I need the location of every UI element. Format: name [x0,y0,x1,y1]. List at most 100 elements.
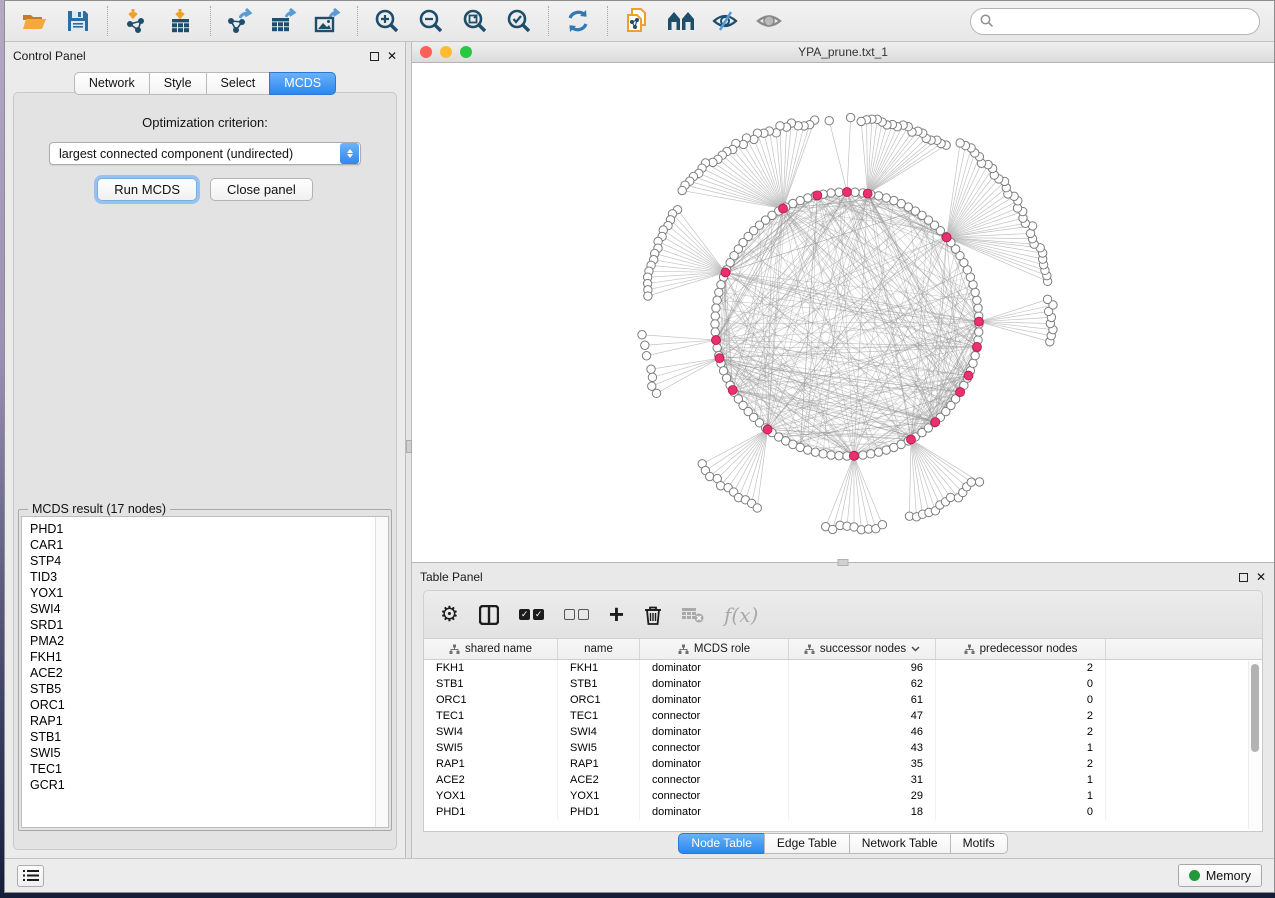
cell-name[interactable]: RAP1 [558,756,640,772]
graph-node[interactable] [652,389,660,397]
table-row[interactable]: TEC1TEC1connector472 [424,708,1262,724]
cell-predecessors[interactable]: 1 [936,740,1106,756]
criterion-dropdown[interactable]: largest connected component (undirected) [49,142,361,165]
cell-role[interactable]: dominator [640,804,789,820]
graph-node[interactable] [717,281,725,289]
close-panel-icon[interactable]: ✕ [1256,571,1266,583]
result-node[interactable]: FKH1 [30,649,375,665]
graph-node[interactable] [711,312,719,320]
cell-shared_name[interactable]: RAP1 [424,756,558,772]
graph-node[interactable] [846,113,854,121]
graph-node[interactable] [975,478,983,486]
result-node[interactable]: CAR1 [30,537,375,553]
column-header-predecessor-nodes[interactable]: predecessor nodes [936,639,1106,659]
cell-role[interactable]: connector [640,772,789,788]
cell-predecessors[interactable]: 2 [936,660,1106,676]
cell-name[interactable]: ORC1 [558,692,640,708]
cell-role[interactable]: connector [640,740,789,756]
mcds-hub-node[interactable] [942,233,951,242]
cell-shared_name[interactable]: ACE2 [424,772,558,788]
refresh-view-button[interactable] [563,6,593,36]
cell-successors[interactable]: 29 [789,788,936,804]
column-header-name[interactable]: name [558,639,640,659]
mcds-hub-node[interactable] [956,387,965,396]
result-node[interactable]: ORC1 [30,697,375,713]
cell-successors[interactable]: 46 [789,724,936,740]
cell-shared_name[interactable]: YOX1 [424,788,558,804]
result-node[interactable]: SRD1 [30,617,375,633]
cell-name[interactable]: ACE2 [558,772,640,788]
panel-divider[interactable] [405,42,412,858]
cell-name[interactable]: SWI4 [558,724,640,740]
float-window-icon[interactable] [370,52,379,61]
cell-successors[interactable]: 35 [789,756,936,772]
search-field[interactable] [970,8,1260,35]
result-node[interactable]: PMA2 [30,633,375,649]
mcds-hub-node[interactable] [721,268,730,277]
mcds-hub-node[interactable] [711,336,720,345]
cell-name[interactable]: SWI5 [558,740,640,756]
graph-node[interactable] [819,450,827,458]
add-column-icon[interactable]: + [609,604,624,625]
zoom-selected-button[interactable] [504,6,534,36]
result-node[interactable]: TID3 [30,569,375,585]
graph-node[interactable] [969,359,977,367]
cell-name[interactable]: PHD1 [558,804,640,820]
cell-successors[interactable]: 31 [789,772,936,788]
mcds-hub-node[interactable] [715,354,724,363]
cell-successors[interactable]: 62 [789,676,936,692]
horizontal-divider-grip[interactable] [838,559,849,566]
import-table-button[interactable] [166,6,196,36]
graph-node[interactable] [641,341,649,349]
table-row[interactable]: SWI5SWI5connector431 [424,740,1262,756]
cell-predecessors[interactable]: 0 [936,676,1106,692]
result-node[interactable]: GCR1 [30,777,375,793]
cell-name[interactable]: YOX1 [558,788,640,804]
export-network-button[interactable] [225,6,255,36]
result-node[interactable]: PHD1 [30,521,375,537]
graph-node[interactable] [804,446,812,454]
mcds-hub-node[interactable] [779,204,788,213]
mcds-hub-node[interactable] [931,418,940,427]
cell-role[interactable]: dominator [640,692,789,708]
graph-node[interactable] [678,186,686,194]
graph-node[interactable] [974,304,982,312]
table-row[interactable]: STB1STB1dominator620 [424,676,1262,692]
cell-name[interactable]: FKH1 [558,660,640,676]
result-list-scrollbar[interactable] [375,517,388,827]
show-columns-icon[interactable] [479,605,499,625]
network-canvas[interactable] [412,63,1274,562]
graph-node[interactable] [825,117,833,125]
graph-node[interactable] [642,352,650,360]
cell-role[interactable]: connector [640,708,789,724]
result-node[interactable]: ACE2 [30,665,375,681]
column-header-MCDS-role[interactable]: MCDS role [640,639,789,659]
cell-successors[interactable]: 47 [789,708,936,724]
graph-node[interactable] [967,478,975,486]
table-row[interactable]: YOX1YOX1connector291 [424,788,1262,804]
graph-node[interactable] [973,296,981,304]
cell-shared_name[interactable]: STB1 [424,676,558,692]
tab-edge-table[interactable]: Edge Table [764,833,849,854]
run-mcds-button[interactable]: Run MCDS [97,178,197,201]
cell-successors[interactable]: 96 [789,660,936,676]
search-input[interactable] [994,14,1250,28]
cell-predecessors[interactable]: 2 [936,708,1106,724]
float-window-icon[interactable] [1239,573,1248,582]
graph-node[interactable] [713,344,721,352]
mcds-hub-node[interactable] [972,342,981,351]
deselect-all-icon[interactable] [564,609,589,620]
graph-node[interactable] [971,351,979,359]
save-session-button[interactable] [63,6,93,36]
clone-network-button[interactable] [622,6,652,36]
graph-node[interactable] [827,451,835,459]
network-graph[interactable] [412,63,1274,561]
graph-node[interactable] [705,472,713,480]
zoom-in-button[interactable] [372,6,402,36]
mcds-hub-node[interactable] [906,435,915,444]
cell-shared_name[interactable]: ORC1 [424,692,558,708]
mcds-hub-node[interactable] [843,188,852,197]
table-settings-icon[interactable]: ⚙ [440,604,459,625]
export-table-button[interactable] [269,6,299,36]
open-session-button[interactable] [19,6,49,36]
